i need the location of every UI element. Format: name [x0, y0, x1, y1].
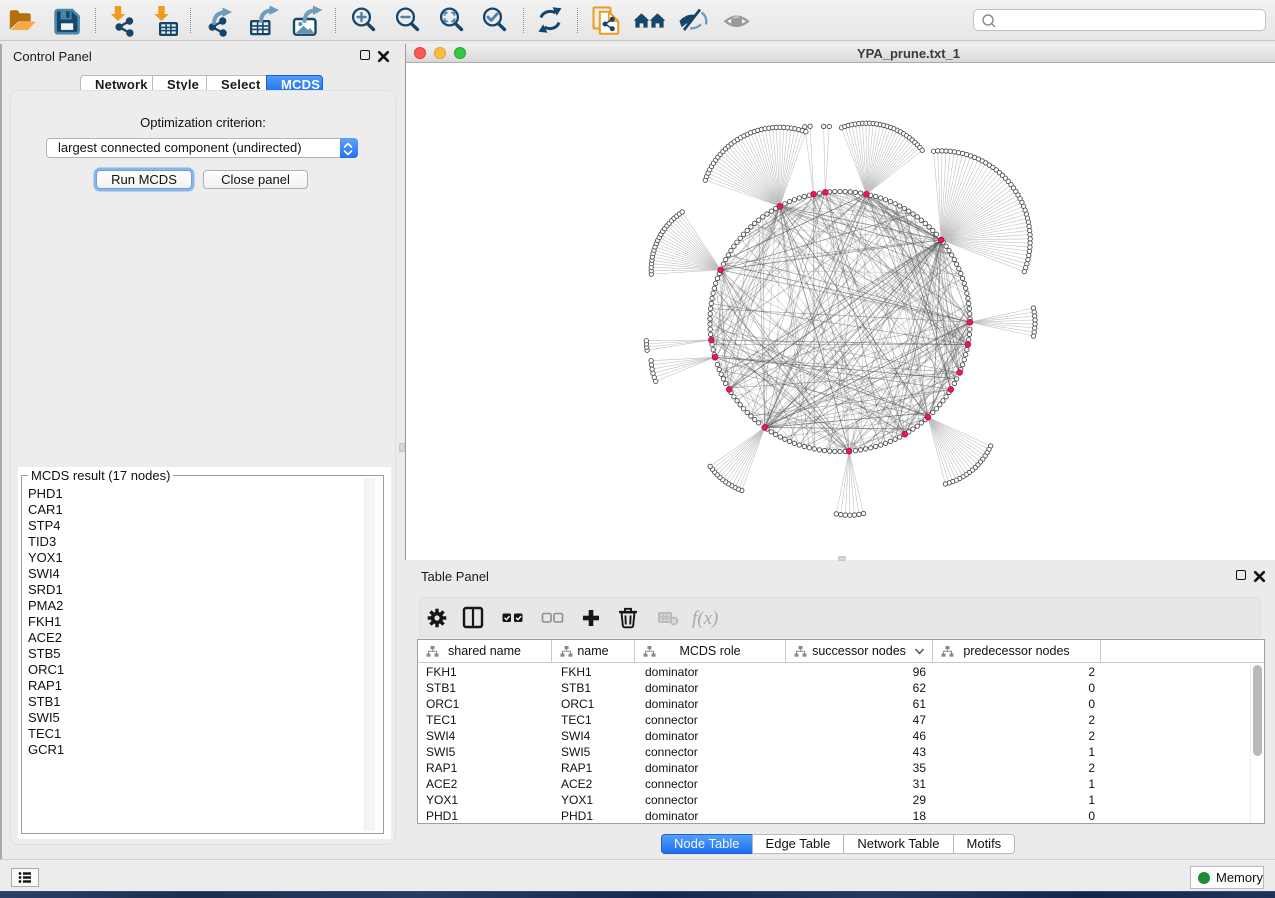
svg-text:f(x): f(x): [692, 608, 718, 629]
